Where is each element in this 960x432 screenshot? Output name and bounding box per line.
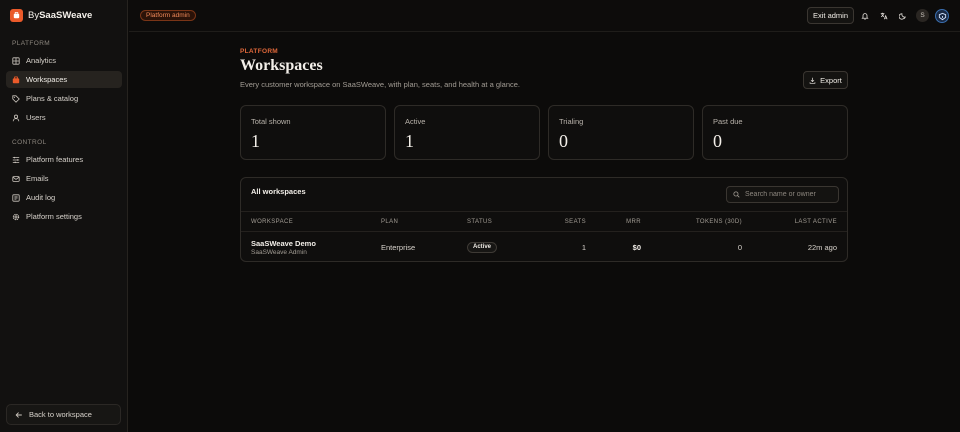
sidebar-item-plans[interactable]: Plans & catalog <box>6 90 122 107</box>
stat-label: Trialing <box>559 117 584 126</box>
stat-card-active: Active 1 <box>394 105 540 160</box>
col-last-active[interactable]: LAST ACTIVE <box>795 219 837 225</box>
assistant-icon[interactable] <box>935 9 949 23</box>
mail-icon <box>12 175 20 182</box>
sidebar-item-label: Analytics <box>26 56 57 65</box>
table-row[interactable]: SaaSWeave Demo SaaSWeave Admin Enterpris… <box>241 233 847 262</box>
sidebar-item-workspaces[interactable]: Workspaces <box>6 71 122 88</box>
logo-icon <box>10 9 23 22</box>
tokens-cell: 0 <box>737 243 742 252</box>
search-icon <box>733 191 740 198</box>
bell-icon[interactable] <box>860 11 870 21</box>
mrr-cell: $0 <box>632 243 641 252</box>
log-icon <box>12 193 20 202</box>
stat-value: 1 <box>251 131 260 151</box>
stat-card-past-due: Past due 0 <box>702 105 848 160</box>
tag-icon <box>12 94 20 103</box>
grid-icon <box>12 56 20 65</box>
exit-admin-button[interactable]: Exit admin <box>807 7 854 24</box>
sidebar-item-label: Users <box>26 113 46 122</box>
platform-admin-badge: Platform admin <box>140 10 196 21</box>
download-icon <box>809 77 816 84</box>
sidebar-item-platform-settings[interactable]: Platform settings <box>6 208 122 225</box>
stat-card-total-shown: Total shown 1 <box>240 105 386 160</box>
export-label: Export <box>820 75 842 85</box>
topbar: Platform admin Exit admin S <box>129 0 960 32</box>
back-to-workspace-button[interactable]: Back to workspace <box>6 404 121 425</box>
briefcase-icon <box>12 76 20 83</box>
sidebar-item-label: Platform features <box>26 155 84 164</box>
arrow-left-icon <box>15 411 22 418</box>
table-header: WORKSPACE PLAN STATUS SEATS MRR TOKENS (… <box>241 211 847 232</box>
col-plan[interactable]: PLAN <box>381 219 398 225</box>
sidebar: BySaaSWeave PLATFORM Analytics Workspace… <box>0 0 128 432</box>
stat-value: 0 <box>713 131 722 151</box>
avatar[interactable]: S <box>916 9 929 22</box>
brand-name: BySaaSWeave <box>28 10 93 21</box>
sidebar-item-label: Plans & catalog <box>26 94 79 103</box>
sidebar-item-platform-features[interactable]: Platform features <box>6 151 122 168</box>
user-icon <box>12 114 20 121</box>
table-title: All workspaces <box>251 187 306 196</box>
stat-label: Total shown <box>251 117 291 126</box>
translate-icon[interactable] <box>879 11 889 21</box>
sidebar-item-users[interactable]: Users <box>6 109 122 126</box>
gear-icon <box>12 213 20 220</box>
back-label: Back to workspace <box>29 410 92 419</box>
status-badge: Active <box>467 242 498 253</box>
seats-cell: 1 <box>581 243 586 252</box>
sidebar-item-label: Audit log <box>26 193 56 202</box>
export-button[interactable]: Export <box>803 71 848 89</box>
search-box[interactable] <box>726 186 839 203</box>
brand[interactable]: BySaaSWeave <box>10 9 92 22</box>
nav-section-control: CONTROL <box>12 139 47 146</box>
sidebar-item-label: Workspaces <box>26 75 68 84</box>
workspace-owner: SaaSWeave Admin <box>251 249 307 256</box>
col-mrr[interactable]: MRR <box>626 219 641 225</box>
plan-cell: Enterprise <box>381 243 416 252</box>
page-eyebrow: PLATFORM <box>240 48 279 55</box>
stat-value: 1 <box>405 131 414 151</box>
col-workspace[interactable]: WORKSPACE <box>251 219 293 225</box>
sidebar-item-emails[interactable]: Emails <box>6 170 122 187</box>
sidebar-item-audit-log[interactable]: Audit log <box>6 189 122 206</box>
sidebar-item-analytics[interactable]: Analytics <box>6 52 122 69</box>
col-status[interactable]: STATUS <box>467 219 492 225</box>
stat-label: Active <box>405 117 426 126</box>
list-icon <box>12 156 20 163</box>
stat-label: Past due <box>713 117 743 126</box>
stat-value: 0 <box>559 131 568 151</box>
sidebar-item-label: Platform settings <box>26 212 82 221</box>
page-subtitle: Every customer workspace on SaaSWeave, w… <box>240 80 521 89</box>
page-title: Workspaces <box>240 57 323 74</box>
workspaces-table-card: All workspaces WORKSPACE PLAN STATUS SEA… <box>240 177 848 262</box>
moon-icon[interactable] <box>898 11 908 21</box>
nav-section-platform: PLATFORM <box>12 40 51 47</box>
stat-card-trialing: Trialing 0 <box>548 105 694 160</box>
sidebar-item-label: Emails <box>26 174 49 183</box>
workspace-name[interactable]: SaaSWeave Demo <box>251 239 316 248</box>
last-active-cell: 22m ago <box>807 243 837 252</box>
search-input[interactable] <box>745 191 835 198</box>
col-tokens[interactable]: TOKENS (30D) <box>696 219 742 225</box>
col-seats[interactable]: SEATS <box>565 219 586 225</box>
